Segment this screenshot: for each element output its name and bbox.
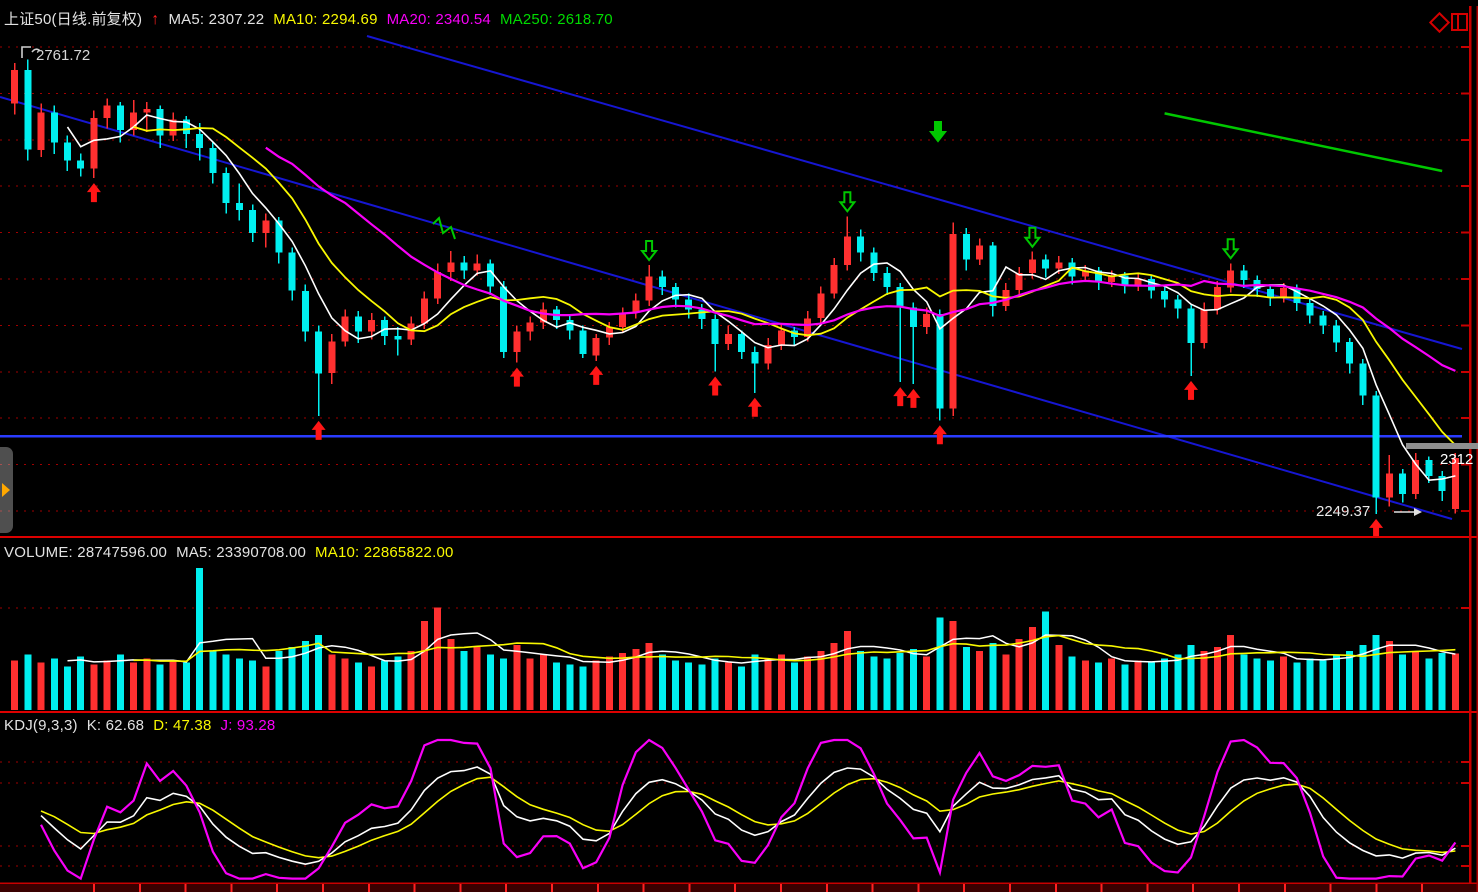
volume-ma5-value: MA5: 23390708.00	[176, 544, 306, 561]
ma250-value: MA250: 2618.70	[500, 11, 613, 28]
chart-canvas[interactable]	[0, 0, 1478, 892]
split-panes-divider	[1457, 15, 1459, 29]
kdj-k-value: K: 62.68	[87, 717, 144, 734]
kdj-title: KDJ(9,3,3)	[4, 717, 78, 734]
last-price-pointer-bar	[1406, 443, 1478, 449]
kdj-d-value: D: 47.38	[153, 717, 211, 734]
volume-legend: VOLUME: 28747596.00 MA5: 23390708.00 MA10:…	[4, 544, 463, 561]
symbol-title: 上证50(日线.前复权)	[4, 11, 142, 28]
expand-right-icon	[2, 483, 10, 497]
split-panes-icon[interactable]	[1451, 13, 1468, 31]
main-chart-legend: 上证50(日线.前复权) ↑ MA5: 2307.22 MA10: 2294.69 MA…	[4, 8, 622, 29]
high-price-label: 2761.72	[36, 47, 90, 64]
low-price-label: 2249.37	[1316, 503, 1370, 520]
ma20-value: MA20: 2340.54	[387, 11, 491, 28]
ma5-value: MA5: 2307.22	[168, 11, 264, 28]
stock-app-window: 上证50(日线.前复权) ↑ MA5: 2307.22 MA10: 2294.69 MA…	[0, 0, 1478, 892]
buy-signal-icon: ↑	[151, 11, 159, 28]
kdj-legend: KDJ(9,3,3) K: 62.68 D: 47.38 J: 93.28	[4, 717, 284, 734]
sidebar-slide-handle[interactable]	[0, 447, 13, 533]
volume-value: VOLUME: 28747596.00	[4, 544, 167, 561]
ma10-value: MA10: 2294.69	[273, 11, 377, 28]
volume-ma10-value: MA10: 22865822.00	[315, 544, 454, 561]
kdj-j-value: J: 93.28	[221, 717, 276, 734]
last-price-label: 2312	[1440, 451, 1478, 468]
